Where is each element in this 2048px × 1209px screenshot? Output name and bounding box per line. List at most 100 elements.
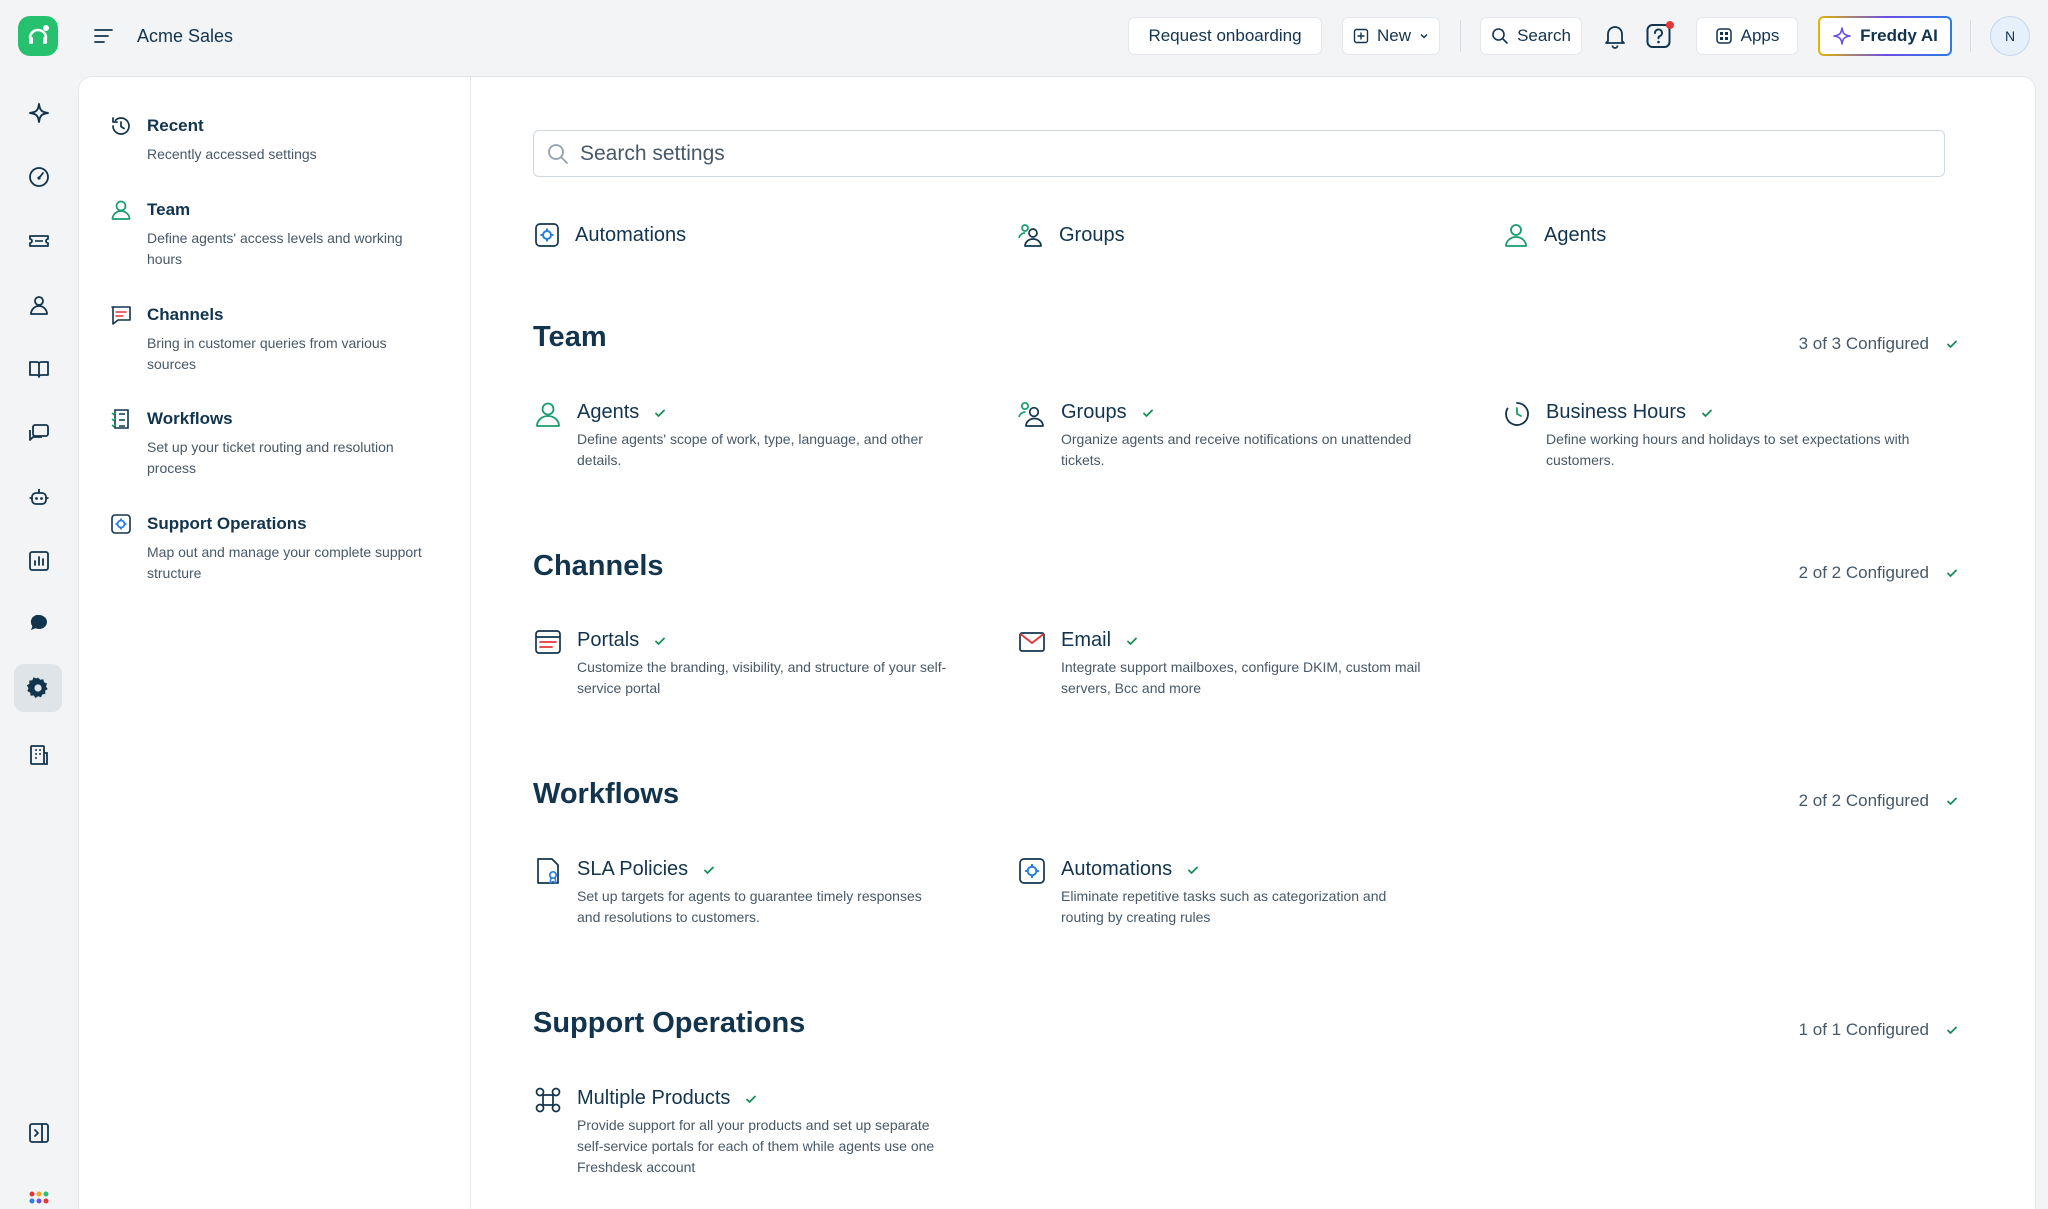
apps-button[interactable]: Apps bbox=[1696, 17, 1798, 55]
reports-icon[interactable] bbox=[18, 540, 60, 582]
section-title-channels: Channels bbox=[533, 550, 664, 582]
freddy-sparkle-icon[interactable] bbox=[18, 92, 60, 134]
search-button[interactable]: Search bbox=[1480, 17, 1582, 55]
chevron-down-icon bbox=[1420, 33, 1428, 39]
section-title-team: Team bbox=[533, 321, 607, 353]
card-title-row: SLA Policies bbox=[577, 858, 718, 881]
card-desc: Organize agents and receive notification… bbox=[1061, 431, 1412, 468]
help-icon[interactable] bbox=[1642, 18, 1678, 54]
check-icon bbox=[742, 1090, 760, 1108]
card-desc: Define working hours and holidays to set… bbox=[1546, 431, 1910, 468]
agent-person-icon bbox=[536, 402, 560, 427]
card-title: SLA Policies bbox=[577, 858, 689, 880]
workspace-name: Acme Sales bbox=[137, 26, 234, 46]
card-email[interactable]: Email Integrate support mailboxes, confi… bbox=[1017, 627, 1437, 697]
expand-panel-icon[interactable] bbox=[18, 1112, 60, 1154]
automation-gear-icon bbox=[1019, 858, 1045, 884]
freddy-ai-label: Freddy AI bbox=[1860, 26, 1938, 45]
check-icon bbox=[1943, 1021, 1961, 1039]
sidebar-item-title: Channels bbox=[147, 305, 224, 324]
card-title-row: Email bbox=[1061, 629, 1141, 652]
freddy-ai-button[interactable]: Freddy AI bbox=[1818, 16, 1952, 56]
check-icon bbox=[1139, 404, 1157, 422]
configured-count: 2 of 2 Configured bbox=[1798, 563, 1929, 582]
request-onboarding-label: Request onboarding bbox=[1148, 26, 1302, 45]
knowledge-base-icon[interactable] bbox=[18, 348, 60, 390]
check-icon bbox=[651, 404, 669, 422]
sidebar-item-channels[interactable]: Channels Bring in customer queries from … bbox=[109, 303, 449, 372]
clock-icon bbox=[1505, 402, 1529, 426]
forums-icon[interactable] bbox=[18, 412, 60, 454]
card-agents[interactable]: Agents Define agents' scope of work, typ… bbox=[533, 399, 953, 469]
account-building-icon[interactable] bbox=[18, 734, 60, 776]
freshdesk-logo[interactable] bbox=[18, 16, 58, 56]
card-title-row: Business Hours bbox=[1546, 401, 1716, 424]
history-icon bbox=[112, 117, 130, 135]
configured-count: 3 of 3 Configured bbox=[1798, 334, 1929, 353]
support-ops-gear-icon bbox=[111, 514, 131, 534]
search-label: Search bbox=[1517, 26, 1571, 45]
envelope-icon bbox=[1019, 632, 1045, 652]
chat-icon[interactable] bbox=[18, 602, 60, 644]
chat-bubble-icon bbox=[111, 306, 131, 325]
quick-link-automations[interactable]: Automations bbox=[533, 219, 686, 251]
search-settings-input[interactable]: Search settings bbox=[533, 130, 1945, 177]
checklist-icon bbox=[111, 409, 129, 429]
check-icon bbox=[1943, 792, 1961, 810]
check-icon bbox=[1123, 632, 1141, 650]
topbar-divider bbox=[1460, 20, 1461, 52]
section-title-support-operations: Support Operations bbox=[533, 1007, 806, 1039]
user-avatar[interactable]: N bbox=[1990, 16, 2030, 56]
card-title: Email bbox=[1061, 629, 1112, 651]
dashboard-gauge-icon[interactable] bbox=[18, 156, 60, 198]
new-button[interactable]: New bbox=[1342, 17, 1440, 55]
card-title: Business Hours bbox=[1546, 401, 1687, 423]
card-sla-policies[interactable]: SLA Policies Set up targets for agents t… bbox=[533, 856, 953, 926]
card-title: Multiple Products bbox=[577, 1087, 731, 1109]
notifications-bell-icon[interactable] bbox=[1597, 18, 1633, 54]
multiple-products-icon bbox=[535, 1087, 561, 1113]
sidebar-item-support-operations[interactable]: Support Operations Map out and manage yo… bbox=[109, 512, 449, 581]
card-desc: Integrate support mailboxes, configure D… bbox=[1061, 659, 1421, 696]
contacts-icon[interactable] bbox=[18, 284, 60, 326]
sidebar-item-desc: Map out and manage your complete support… bbox=[147, 544, 422, 581]
card-portals[interactable]: Portals Customize the branding, visibili… bbox=[533, 627, 953, 697]
topbar-divider-2 bbox=[1970, 20, 1971, 52]
sidebar-item-desc: Define agents' access levels and working… bbox=[147, 230, 403, 267]
check-icon bbox=[651, 632, 669, 650]
quick-link-agents[interactable]: Agents bbox=[1502, 219, 1606, 251]
card-automations[interactable]: Automations Eliminate repetitive tasks s… bbox=[1017, 856, 1437, 926]
request-onboarding-button[interactable]: Request onboarding bbox=[1128, 17, 1322, 55]
check-icon bbox=[1943, 564, 1961, 582]
section-count-support-operations: 1 of 1 Configured bbox=[1799, 1020, 1961, 1040]
admin-settings-gear-icon[interactable] bbox=[14, 664, 62, 712]
card-desc: Provide support for all your products an… bbox=[577, 1117, 935, 1175]
search-placeholder: Search settings bbox=[580, 141, 725, 165]
card-title-row: Groups bbox=[1061, 401, 1157, 424]
apps-label: Apps bbox=[1740, 26, 1780, 45]
menu-toggle-icon[interactable] bbox=[92, 24, 116, 48]
settings-content: Search settings Automations Groups Agent… bbox=[471, 77, 2035, 1209]
card-multiple-products[interactable]: Multiple Products Provide support for al… bbox=[533, 1085, 953, 1181]
sidebar-item-title: Workflows bbox=[147, 409, 233, 428]
sidebar-item-workflows[interactable]: Workflows Set up your ticket routing and… bbox=[109, 407, 449, 476]
product-switcher-icon[interactable] bbox=[18, 1180, 60, 1209]
card-business-hours[interactable]: Business Hours Define working hours and … bbox=[1502, 399, 1922, 469]
tickets-icon[interactable] bbox=[18, 220, 60, 262]
agent-person-icon bbox=[1505, 224, 1527, 247]
sidebar-item-title: Recent bbox=[147, 116, 204, 135]
sidebar-item-title: Team bbox=[147, 200, 191, 219]
card-groups[interactable]: Groups Organize agents and receive notif… bbox=[1017, 399, 1437, 469]
card-title-row: Multiple Products bbox=[577, 1087, 760, 1110]
card-title: Automations bbox=[1061, 858, 1173, 880]
section-count-channels: 2 of 2 Configured bbox=[1799, 563, 1961, 583]
quick-link-groups[interactable]: Groups bbox=[1017, 219, 1125, 251]
settings-sidebar: Recent Recently accessed settings Team D… bbox=[79, 77, 471, 1209]
sidebar-item-team[interactable]: Team Define agents' access levels and wo… bbox=[109, 198, 449, 267]
bot-icon[interactable] bbox=[18, 476, 60, 518]
settings-panel: Recent Recently accessed settings Team D… bbox=[78, 76, 2036, 1209]
portal-icon bbox=[535, 630, 561, 654]
card-title-row: Portals bbox=[577, 629, 669, 652]
sidebar-item-recent[interactable]: Recent Recently accessed settings bbox=[109, 114, 449, 164]
agent-person-icon bbox=[111, 200, 131, 220]
